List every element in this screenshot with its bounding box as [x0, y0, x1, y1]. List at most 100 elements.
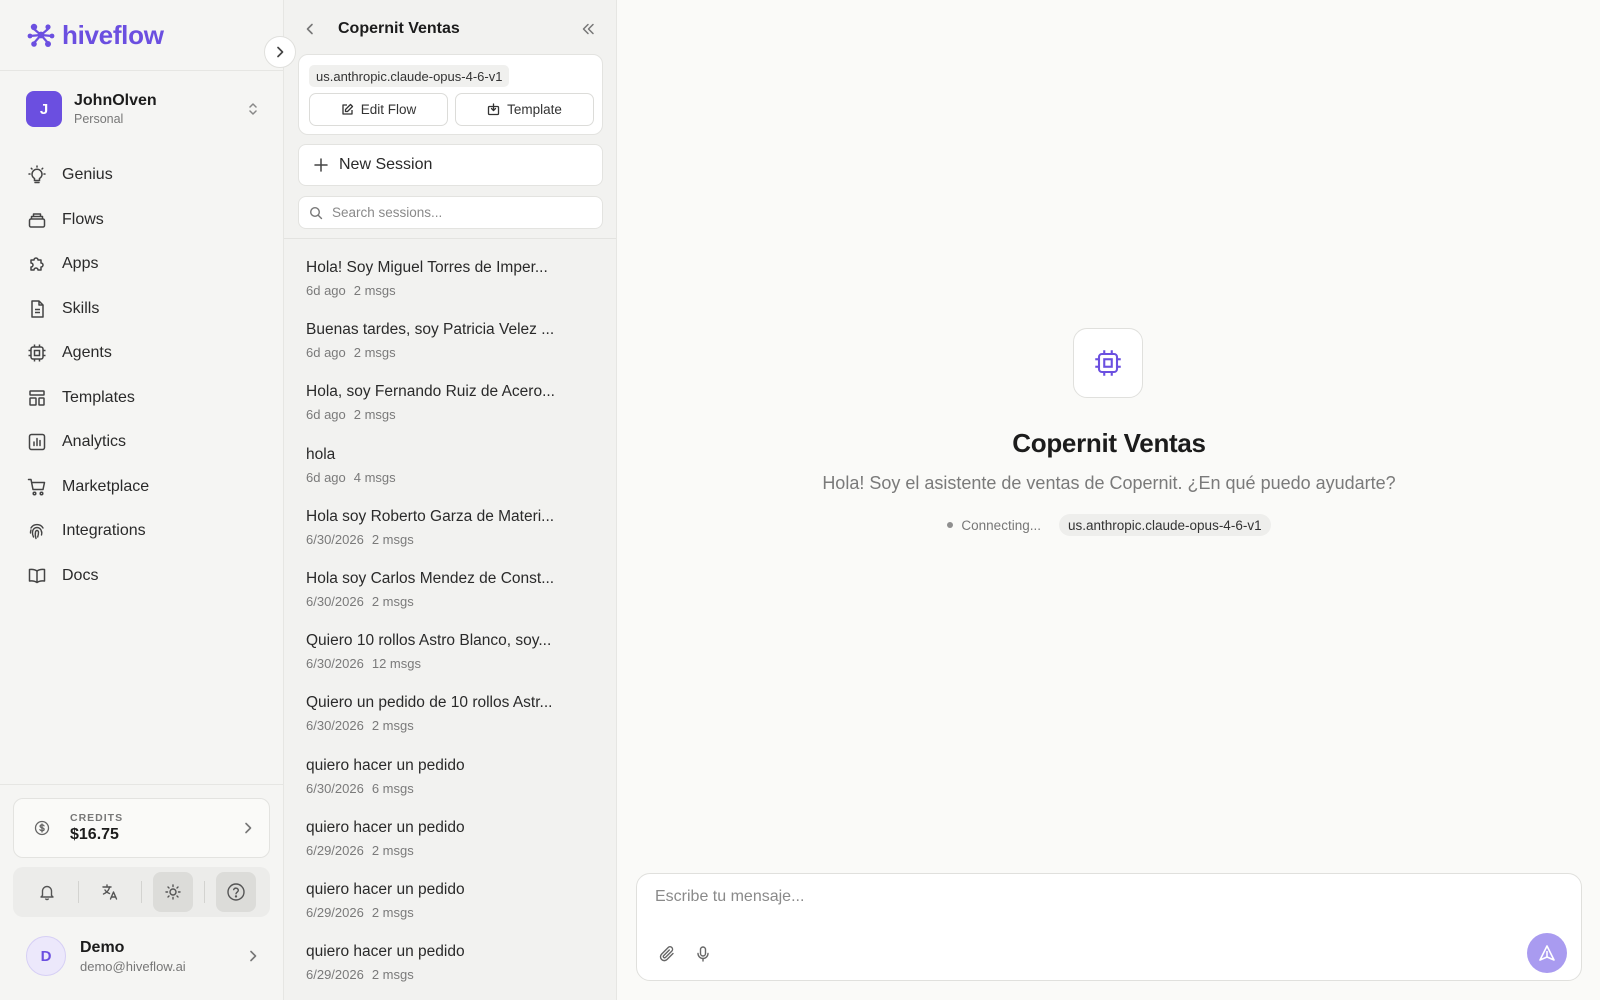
nav-item-marketplace[interactable]: Marketplace: [14, 465, 270, 510]
user-email: demo@hiveflow.ai: [80, 958, 186, 974]
nav-item-templates[interactable]: Templates: [14, 376, 270, 421]
session-item[interactable]: Hola soy Carlos Mendez de Const... 6/30/…: [284, 562, 616, 624]
nav-item-docs[interactable]: Docs: [14, 554, 270, 599]
nav-item-skills[interactable]: Skills: [14, 287, 270, 332]
session-item[interactable]: quiero hacer un pedido 6/29/2026 2 msgs: [284, 935, 616, 997]
toolbar-separator: [204, 881, 206, 903]
search-sessions-input[interactable]: [332, 205, 582, 220]
session-msg-count: 12 msgs: [371, 656, 421, 672]
model-badge: us.anthropic.claude-opus-4-6-v1: [309, 65, 510, 87]
user-menu[interactable]: D Demo demo@hiveflow.ai: [26, 935, 260, 977]
session-date: 6d ago: [306, 469, 346, 485]
session-msg-count: 2 msgs: [371, 967, 414, 983]
session-title: quiero hacer un pedido: [306, 818, 465, 836]
send-button[interactable]: [1527, 933, 1567, 973]
nav-item-agents[interactable]: Agents: [14, 331, 270, 376]
connection-status-row: Connecting... us.anthropic.claude-opus-4…: [618, 514, 1600, 536]
sidebar-divider: [0, 784, 284, 785]
session-date: 6d ago: [306, 345, 346, 361]
session-item[interactable]: Buenas tardes, soy Patricia Velez ... 6d…: [284, 313, 616, 375]
sessions-list: Hola! Soy Miguel Torres de Imper... 6d a…: [284, 251, 616, 997]
edit-flow-button[interactable]: Edit Flow: [309, 93, 448, 126]
chip-icon: [26, 342, 48, 364]
chip-icon: [1095, 350, 1121, 376]
session-msg-count: 2 msgs: [371, 531, 414, 547]
main-nav: Genius Flows Apps Skills Agents Template…: [14, 153, 270, 598]
logo[interactable]: hiveflow: [26, 20, 164, 51]
template-button[interactable]: Template: [455, 93, 594, 126]
expand-sidebar-button[interactable]: [264, 36, 296, 68]
help-button[interactable]: [216, 872, 257, 912]
session-date: 6/29/2026: [306, 842, 364, 858]
session-item[interactable]: Hola soy Roberto Garza de Materi... 6/30…: [284, 500, 616, 562]
language-button[interactable]: [90, 872, 130, 912]
session-date: 6/30/2026: [306, 531, 364, 547]
layout-icon: [26, 387, 48, 409]
credits-value: $16.75: [70, 826, 119, 843]
panel-divider: [284, 238, 616, 239]
voice-input-button[interactable]: [689, 940, 717, 968]
chevron-left-icon: [306, 23, 313, 35]
session-msg-count: 2 msgs: [371, 718, 414, 734]
workspace-avatar: J: [26, 91, 62, 127]
paperclip-icon: [659, 946, 674, 962]
chevron-right-icon: [277, 46, 284, 58]
model-badge: us.anthropic.claude-opus-4-6-v1: [1058, 514, 1271, 536]
session-msg-count: 6 msgs: [371, 780, 414, 796]
workspace-name: JohnOlven: [74, 92, 157, 109]
workspace-switcher[interactable]: J JohnOlven Personal: [26, 90, 260, 128]
nav-item-integrations[interactable]: Integrations: [14, 509, 270, 554]
session-title: Quiero un pedido de 10 rollos Astr...: [306, 694, 553, 712]
nav-label: Skills: [62, 299, 100, 317]
session-title: Hola, soy Fernando Ruiz de Acero...: [306, 383, 555, 401]
nav-item-apps[interactable]: Apps: [14, 242, 270, 287]
credits-card[interactable]: CREDITS $16.75: [13, 798, 270, 858]
flow-card: us.anthropic.claude-opus-4-6-v1 Edit Flo…: [298, 54, 603, 135]
search-icon: [309, 206, 323, 219]
session-title: quiero hacer un pedido: [306, 943, 465, 961]
panel-header: Copernit Ventas: [284, 10, 616, 48]
session-msg-count: 2 msgs: [371, 842, 414, 858]
session-item[interactable]: hola 6d ago 4 msgs: [284, 438, 616, 500]
layers-icon: [26, 209, 48, 231]
nav-item-analytics[interactable]: Analytics: [14, 420, 270, 465]
theme-toggle-button[interactable]: [153, 872, 194, 912]
collapse-panel-button[interactable]: [576, 17, 600, 41]
sessions-panel: Copernit Ventas us.anthropic.claude-opus…: [284, 0, 617, 1000]
nav-label: Analytics: [62, 433, 127, 451]
session-item[interactable]: Hola, soy Fernando Ruiz de Acero... 6d a…: [284, 375, 616, 437]
nav-item-genius[interactable]: Genius: [14, 153, 270, 198]
session-msg-count: 2 msgs: [371, 904, 414, 920]
session-date: 6/30/2026: [306, 593, 364, 609]
session-item[interactable]: quiero hacer un pedido 6/29/2026 2 msgs: [284, 873, 616, 935]
template-label: Template: [507, 102, 562, 117]
sun-icon: [165, 884, 181, 900]
session-item[interactable]: Hola! Soy Miguel Torres de Imper... 6d a…: [284, 251, 616, 313]
back-button[interactable]: [298, 17, 322, 41]
session-item[interactable]: quiero hacer un pedido 6/30/2026 6 msgs: [284, 749, 616, 811]
chevron-right-icon: [245, 822, 252, 834]
nav-item-flows[interactable]: Flows: [14, 198, 270, 243]
nav-label: Genius: [62, 166, 113, 184]
session-date: 6/30/2026: [306, 656, 364, 672]
nav-label: Agents: [62, 344, 112, 362]
status-dot: [947, 522, 954, 528]
session-item[interactable]: quiero hacer un pedido 6/29/2026 2 msgs: [284, 811, 616, 873]
notifications-button[interactable]: [27, 872, 67, 912]
session-item[interactable]: Quiero un pedido de 10 rollos Astr... 6/…: [284, 686, 616, 748]
session-title: Hola! Soy Miguel Torres de Imper...: [306, 259, 548, 276]
help-circle-icon: [227, 883, 246, 901]
sidebar-divider: [0, 70, 284, 71]
workspace-type: Personal: [74, 112, 124, 126]
attach-button[interactable]: [653, 940, 681, 968]
session-title: Quiero 10 rollos Astro Blanco, soy...: [306, 632, 552, 650]
chevron-up-down-icon: [249, 103, 257, 115]
puzzle-icon: [26, 253, 48, 275]
session-item[interactable]: Quiero 10 rollos Astro Blanco, soy... 6/…: [284, 624, 616, 686]
message-input[interactable]: [655, 888, 1535, 918]
new-session-button[interactable]: New Session: [298, 144, 603, 186]
search-box: [298, 196, 603, 229]
session-date: 6d ago: [306, 283, 346, 298]
session-date: 6/30/2026: [306, 780, 364, 796]
save-template-icon: [487, 103, 500, 116]
